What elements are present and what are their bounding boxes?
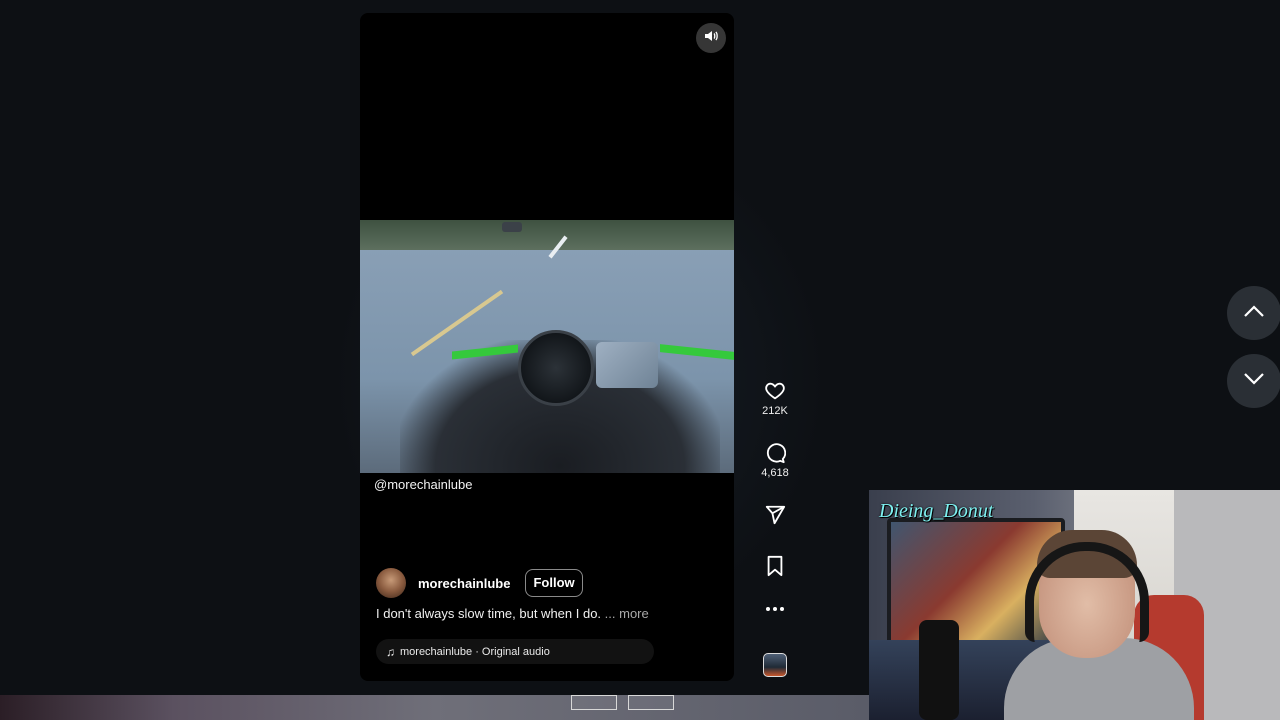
taskbar-item[interactable]	[628, 695, 674, 710]
like-count: 212K	[762, 405, 788, 417]
taskbar	[0, 695, 869, 720]
audio-label: morechainlube · Original audio	[400, 645, 550, 658]
save-action[interactable]	[755, 555, 795, 577]
video-frame[interactable]	[360, 220, 734, 473]
comment-action[interactable]: 4,618	[755, 442, 795, 479]
caption: I don't always slow time, but when I do.…	[376, 606, 649, 621]
more-icon[interactable]	[755, 605, 795, 613]
previous-reel-button[interactable]	[1227, 286, 1280, 340]
caption-text: I don't always slow time, but when I do.	[376, 606, 602, 621]
webcam-microphone	[919, 620, 959, 720]
follow-button[interactable]: Follow	[525, 569, 583, 597]
taskbar-item[interactable]	[571, 695, 617, 710]
chevron-up-icon	[1243, 304, 1265, 323]
speedometer	[518, 330, 594, 406]
more-options[interactable]	[755, 605, 795, 613]
heart-icon[interactable]	[755, 380, 795, 402]
author-row: morechainlube Follow	[376, 568, 583, 598]
comment-count: 4,618	[761, 467, 789, 479]
tree-line	[360, 220, 734, 250]
video-handle: @morechainlube	[374, 477, 473, 492]
reel-player[interactable]: @morechainlube morechainlube Follow I do…	[360, 13, 734, 681]
volume-icon	[703, 28, 719, 49]
author-name[interactable]: morechainlube	[418, 576, 510, 591]
share-action[interactable]	[755, 504, 795, 526]
share-icon[interactable]	[755, 504, 795, 526]
audio-thumbnail[interactable]	[763, 653, 787, 677]
audio-pill[interactable]: ♫ morechainlube · Original audio	[376, 639, 654, 664]
volume-button[interactable]	[696, 23, 726, 53]
bookmark-icon[interactable]	[755, 555, 795, 577]
dash-display	[596, 342, 658, 388]
webcam-overlay: Dieing_Donut	[869, 490, 1280, 720]
streamer-name: Dieing_Donut	[879, 500, 994, 522]
like-action[interactable]: 212K	[755, 380, 795, 417]
car-ahead	[502, 222, 522, 232]
next-reel-button[interactable]	[1227, 354, 1280, 408]
comment-icon[interactable]	[755, 442, 795, 464]
chevron-down-icon	[1243, 372, 1265, 391]
caption-more-link[interactable]: ... more	[605, 606, 649, 621]
author-avatar[interactable]	[376, 568, 406, 598]
music-note-icon: ♫	[386, 644, 395, 659]
